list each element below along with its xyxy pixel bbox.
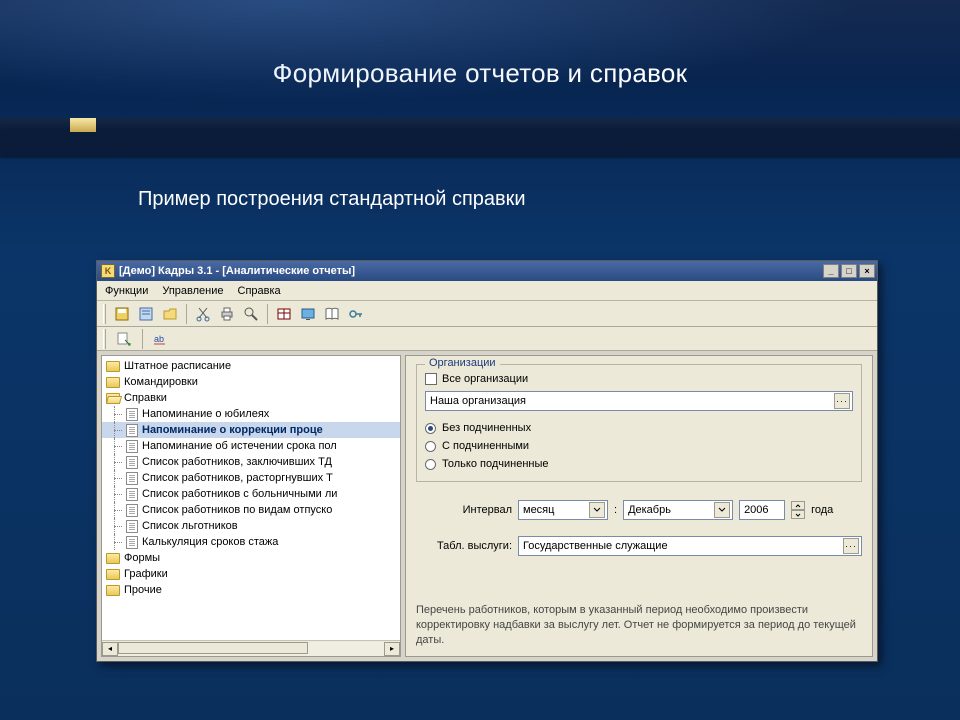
year-input[interactable]: 2006	[739, 500, 785, 520]
tree-item-selected[interactable]: Напоминание о коррекции проце	[102, 422, 400, 438]
spin-down-icon[interactable]	[791, 510, 805, 519]
toolbar-grip[interactable]	[103, 304, 106, 324]
tree-item[interactable]: Напоминание о юбилеях	[102, 406, 400, 422]
interval-label: Интервал	[416, 504, 512, 516]
ab-icon[interactable]: ab	[151, 329, 171, 349]
separator	[267, 304, 268, 324]
tree-folder[interactable]: Командировки	[102, 374, 400, 390]
radio-with-subs[interactable]: С подчиненными	[425, 437, 853, 455]
description-text: Перечень работников, которым в указанный…	[416, 595, 862, 648]
table-label: Табл. выслуги:	[416, 540, 512, 552]
accent-tab	[70, 118, 96, 132]
tree-item[interactable]: Список работников, расторгнувших Т	[102, 470, 400, 486]
key-icon[interactable]	[346, 304, 366, 324]
titlebar[interactable]: K [Демо] Кадры 3.1 - [Аналитические отче…	[97, 261, 877, 281]
menu-help[interactable]: Справка	[238, 285, 281, 297]
tree-item[interactable]: Список льготников	[102, 518, 400, 534]
screen-icon[interactable]	[298, 304, 318, 324]
scroll-right-icon[interactable]: ▸	[384, 642, 400, 656]
spin-up-icon[interactable]	[791, 501, 805, 510]
scroll-left-icon[interactable]: ◂	[102, 642, 118, 656]
table-row: Табл. выслуги: Государственные служащие …	[416, 536, 862, 556]
scroll-thumb[interactable]	[118, 642, 308, 654]
menubar: Функции Управление Справка	[97, 281, 877, 301]
menu-functions[interactable]: Функции	[105, 285, 148, 297]
svg-text:ab: ab	[154, 334, 164, 344]
form-icon[interactable]	[136, 304, 156, 324]
tree-item[interactable]: Список работников с больничными ли	[102, 486, 400, 502]
scroll-track[interactable]	[118, 642, 384, 656]
cut-icon[interactable]	[193, 304, 213, 324]
tree-item[interactable]: Список работников, заключивших ТД	[102, 454, 400, 470]
search-icon[interactable]	[241, 304, 261, 324]
tree-pane: Штатное расписание Командировки Справки …	[101, 355, 401, 657]
radio-icon[interactable]	[425, 459, 436, 470]
run-icon[interactable]	[114, 329, 134, 349]
checkbox-icon[interactable]	[425, 373, 437, 385]
tree-item[interactable]: Напоминание об истечении срока пол	[102, 438, 400, 454]
service-table-select[interactable]: Государственные служащие ···	[518, 536, 862, 556]
separator	[142, 329, 143, 349]
app-icon: K	[101, 264, 115, 278]
accent-bar	[0, 118, 960, 156]
year-suffix: года	[811, 504, 833, 516]
separator	[186, 304, 187, 324]
toolbar-sub: ab	[97, 327, 877, 351]
tree-folder[interactable]: Прочие	[102, 582, 400, 598]
chevron-down-icon[interactable]	[714, 502, 730, 518]
organizations-group: Организации Все организации Наша организ…	[416, 364, 862, 482]
book-icon[interactable]	[322, 304, 342, 324]
month-select[interactable]: Декабрь	[623, 500, 733, 520]
toolbar-main	[97, 301, 877, 327]
ellipsis-button[interactable]: ···	[843, 538, 859, 554]
radio-icon[interactable]	[425, 423, 436, 434]
chevron-down-icon[interactable]	[589, 502, 605, 518]
radio-only-subs[interactable]: Только подчиненные	[425, 455, 853, 473]
menu-manage[interactable]: Управление	[162, 285, 223, 297]
maximize-button[interactable]: □	[841, 264, 857, 278]
slide-title: Формирование отчетов и справок	[0, 0, 960, 89]
interval-unit-select[interactable]: месяц	[518, 500, 608, 520]
radio-icon[interactable]	[425, 441, 436, 452]
tree-hscrollbar[interactable]: ◂ ▸	[102, 640, 400, 656]
tree-folder[interactable]: Графики	[102, 566, 400, 582]
radio-no-subs[interactable]: Без подчиненных	[425, 419, 853, 437]
year-spinner[interactable]	[791, 501, 805, 519]
org-select[interactable]: Наша организация ···	[425, 391, 853, 411]
window-title: [Демо] Кадры 3.1 - [Аналитические отчеты…	[119, 265, 355, 277]
options-pane: Организации Все организации Наша организ…	[405, 355, 873, 657]
open-icon[interactable]	[160, 304, 180, 324]
tree-item[interactable]: Калькуляция сроков стажа	[102, 534, 400, 550]
toolbar-grip[interactable]	[103, 329, 106, 349]
minimize-button[interactable]: _	[823, 264, 839, 278]
all-orgs-checkbox[interactable]: Все организации	[425, 373, 853, 385]
grid-icon[interactable]	[274, 304, 294, 324]
report-tree[interactable]: Штатное расписание Командировки Справки …	[102, 356, 400, 640]
close-button[interactable]: ×	[859, 264, 875, 278]
tree-folder[interactable]: Формы	[102, 550, 400, 566]
tree-folder[interactable]: Штатное расписание	[102, 358, 400, 374]
app-window: K [Демо] Кадры 3.1 - [Аналитические отче…	[96, 260, 878, 662]
tree-folder-open[interactable]: Справки	[102, 390, 400, 406]
tree-item[interactable]: Список работников по видам отпуско	[102, 502, 400, 518]
slide-subtitle: Пример построения стандартной справки	[138, 188, 526, 211]
print-icon[interactable]	[217, 304, 237, 324]
interval-row: Интервал месяц : Декабрь 2006	[416, 500, 862, 520]
group-legend: Организации	[425, 357, 500, 369]
colon: :	[614, 504, 617, 516]
save-icon[interactable]	[112, 304, 132, 324]
ellipsis-button[interactable]: ···	[834, 393, 850, 409]
